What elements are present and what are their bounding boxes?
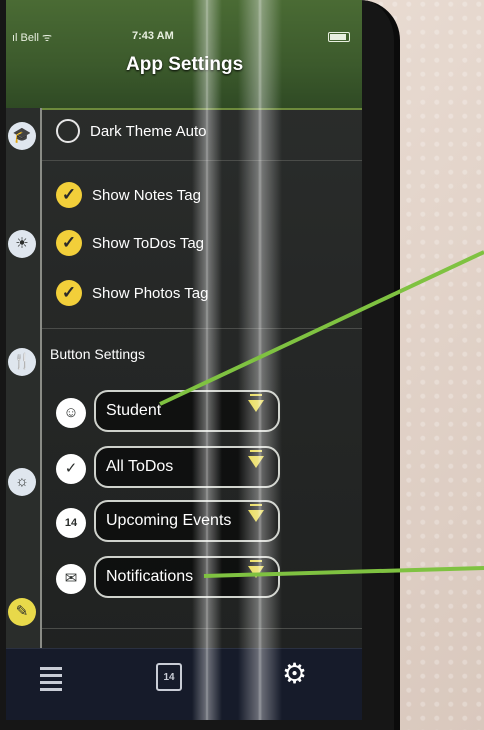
battery-icon — [328, 32, 350, 42]
dark-theme-label: Dark Theme Auto — [90, 122, 207, 140]
status-bar: ıl Bell ᯤ 7:43 AM — [6, 30, 362, 46]
gear-icon[interactable]: ⚙ — [282, 657, 307, 690]
bottom-tab-bar: 14 ⚙ — [6, 648, 362, 720]
dropdown-arrow-icon — [248, 504, 264, 522]
sticky-note-icon[interactable]: ✎ — [8, 598, 36, 626]
speech-bubble-icon: ✉ — [56, 564, 86, 594]
checkmark-icon: ✓ — [56, 454, 86, 484]
button2-value: All ToDos — [106, 458, 174, 475]
show-photos-label: Show Photos Tag — [92, 284, 209, 302]
graduation-cap-icon[interactable]: 🎓 — [8, 122, 36, 150]
section-divider — [42, 328, 362, 329]
show-photos-tag-row[interactable]: ✓ Show Photos Tag — [56, 276, 208, 310]
dropdown-arrow-icon — [248, 560, 264, 578]
carrier-label: ıl Bell ᯤ — [12, 32, 52, 44]
button1-value: Student — [106, 402, 162, 419]
show-todos-label: Show ToDos Tag — [92, 234, 205, 252]
status-time: 7:43 AM — [132, 30, 174, 42]
dark-theme-row[interactable]: Dark Theme Auto — [56, 114, 206, 148]
show-notes-checkmark-icon[interactable]: ✓ — [56, 182, 82, 208]
dropdown-arrow-icon — [248, 394, 264, 412]
calendar-icon: 14 — [56, 508, 86, 538]
sunrise-icon[interactable]: ☀ — [8, 230, 36, 258]
button1-select[interactable]: Student — [94, 390, 280, 432]
section-divider — [42, 160, 362, 161]
section-divider — [42, 628, 362, 629]
button3-value: Upcoming Events — [106, 512, 232, 529]
show-todos-tag-row[interactable]: ✓ Show ToDos Tag — [56, 226, 204, 260]
show-photos-checkmark-icon[interactable]: ✓ — [56, 280, 82, 306]
show-todos-checkmark-icon[interactable]: ✓ — [56, 230, 82, 256]
phone-screen: ıl Bell ᯤ 7:43 AM App Settings 🎓 ☀ 🍴 ☼ ✎… — [6, 0, 362, 720]
button2-select[interactable]: All ToDos — [94, 446, 280, 488]
button4-value: Notifications — [106, 568, 194, 585]
button-settings-heading: Button Settings — [50, 346, 145, 362]
lamp-icon[interactable]: ☼ — [8, 468, 36, 496]
dropdown-arrow-icon — [248, 450, 264, 468]
dark-theme-radio[interactable] — [56, 119, 80, 143]
app-header: ıl Bell ᯤ 7:43 AM App Settings — [6, 0, 362, 110]
left-rail: 🎓 ☀ 🍴 ☼ ✎ — [6, 108, 42, 648]
menu-icon[interactable] — [40, 667, 62, 695]
show-notes-label: Show Notes Tag — [92, 186, 201, 204]
show-notes-tag-row[interactable]: ✓ Show Notes Tag — [56, 178, 201, 212]
page-title: App Settings — [126, 54, 244, 75]
button3-select[interactable]: Upcoming Events — [94, 500, 280, 542]
button4-select[interactable]: Notifications — [94, 556, 280, 598]
student-icon: ☺ — [56, 398, 86, 428]
calendar-tab-icon[interactable]: 14 — [156, 663, 182, 691]
utensils-icon[interactable]: 🍴 — [8, 348, 36, 376]
